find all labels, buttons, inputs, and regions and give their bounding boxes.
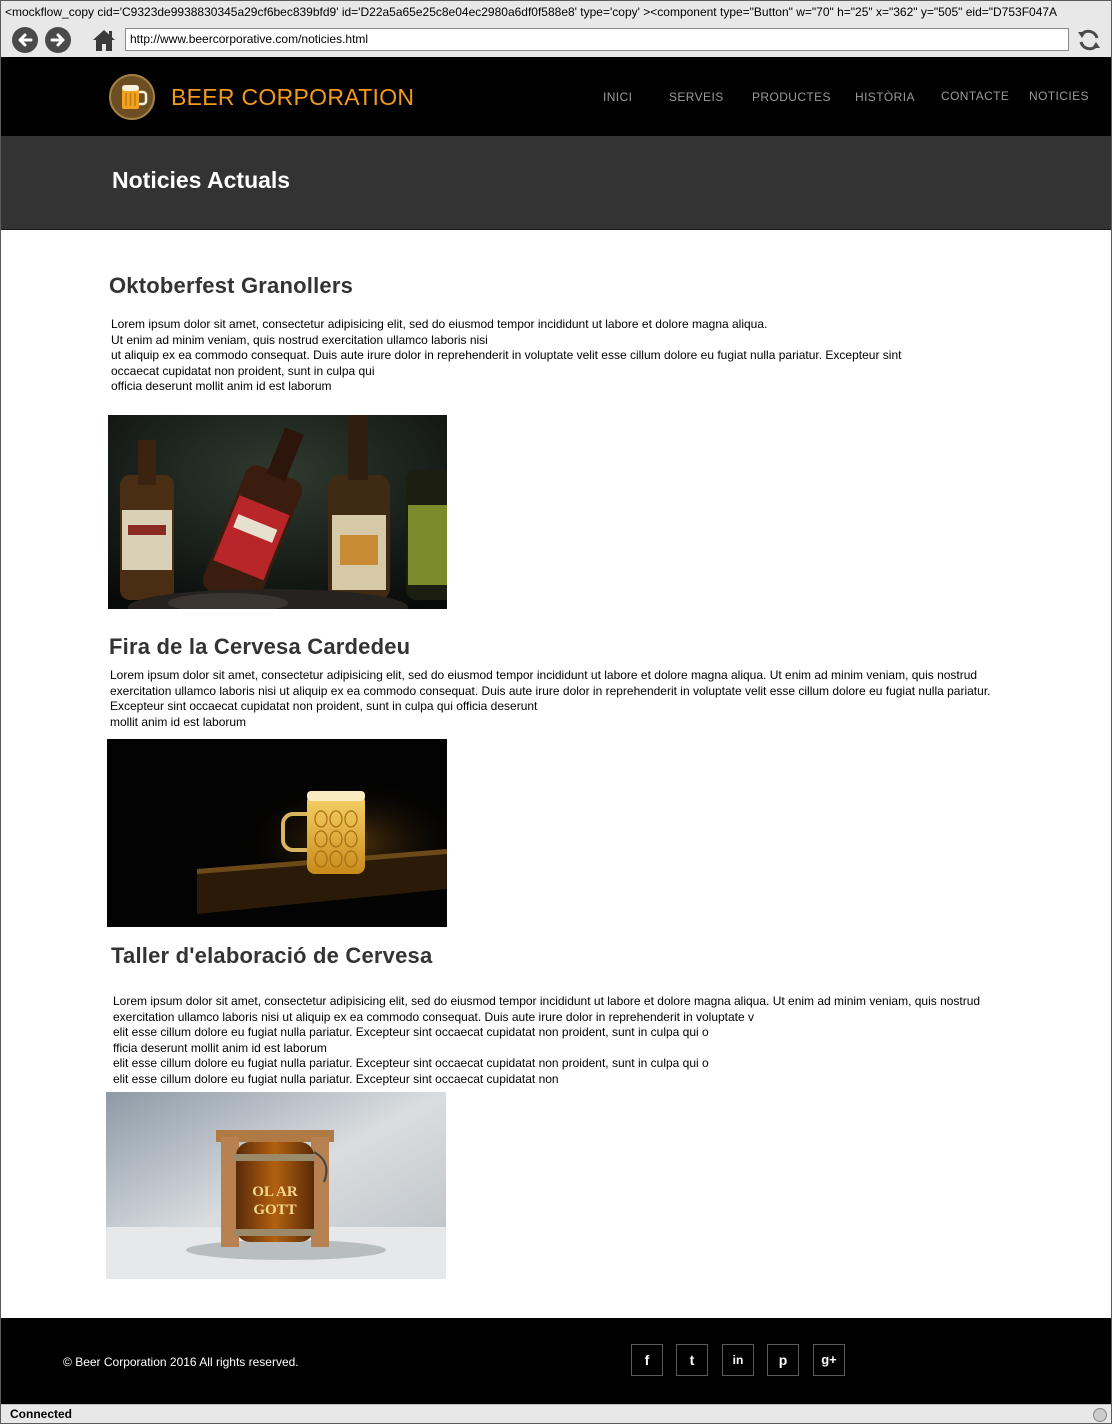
article-body: Lorem ipsum dolor sit amet, consectetur … [111,317,902,393]
svg-text:OL AR: OL AR [252,1184,298,1200]
facebook-icon[interactable]: f [631,1344,663,1376]
site-header: BEER CORPORATION INICI SERVEIS PRODUCTES… [1,57,1111,136]
google-plus-icon[interactable]: g+ [813,1344,845,1376]
nav-item-contacte[interactable]: CONTACTE [941,89,1009,103]
site-footer: © Beer Corporation 2016 All rights reser… [1,1318,1111,1404]
nav-item-productes[interactable]: PRODUCTES [752,90,831,104]
pinterest-icon[interactable]: p [767,1344,799,1376]
browser-toolbar: http://www.beercorporative.com/noticies.… [1,23,1111,57]
article-title: Taller d'elaboració de Cervesa [111,943,433,968]
page-title-band: Noticies Actuals [1,136,1111,230]
beer-bottles-photo [108,415,447,609]
url-input[interactable]: http://www.beercorporative.com/noticies.… [125,28,1069,51]
nav-item-serveis[interactable]: SERVEIS [669,90,724,104]
copyright-label: Beer Corporation 2016 All rights reserve… [75,1355,299,1369]
article-title: Fira de la Cervesa Cardedeu [109,634,411,659]
window-title: <mockflow_copy cid='C9323de9938830345a29… [1,1,1111,23]
nav-item-inici[interactable]: INICI [603,90,632,104]
linkedin-icon[interactable]: in [722,1344,754,1376]
beer-mug-photo [107,739,447,927]
status-text: Connected [10,1407,73,1421]
article-body: Lorem ipsum dolor sit amet, consectetur … [113,994,981,1086]
copyright-text: © Beer Corporation 2016 All rights reser… [63,1355,299,1369]
home-icon[interactable] [91,27,117,53]
back-arrow-icon[interactable] [12,27,38,53]
page-title: Noticies Actuals [112,167,291,193]
twitter-icon[interactable]: t [676,1344,708,1376]
browser-window: <mockflow_copy cid='C9323de9938830345a29… [0,0,1112,1424]
beer-mug-logo[interactable] [109,74,155,120]
nav-item-noticies[interactable]: NOTICIES [1029,89,1089,103]
svg-text:GOTT: GOTT [253,1202,296,1218]
nav-item-historia[interactable]: HISTÒRIA [855,90,915,104]
globe-icon [1093,1408,1107,1422]
beer-keg-photo: OL AR GOTT [106,1092,446,1279]
article-body: Lorem ipsum dolor sit amet, consectetur … [110,668,991,729]
article-title: Oktoberfest Granollers [109,273,354,298]
reload-icon[interactable] [1075,26,1103,54]
forward-arrow-icon[interactable] [45,27,71,53]
status-bar: Connected [1,1404,1111,1423]
brand-name[interactable]: BEER CORPORATION [171,84,414,111]
copyright-symbol: © [63,1355,72,1369]
